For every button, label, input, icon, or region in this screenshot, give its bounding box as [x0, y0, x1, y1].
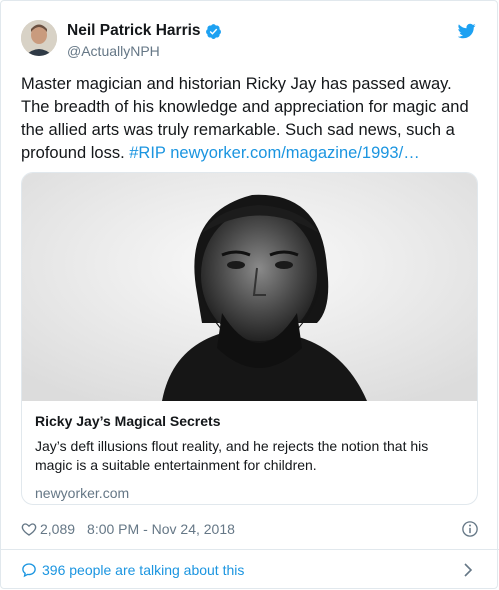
conversation-footer[interactable]: 396 people are talking about this — [21, 559, 479, 581]
twitter-bird-icon[interactable] — [458, 22, 476, 40]
display-name-row: Neil Patrick Harris — [67, 21, 222, 41]
chevron-right-icon[interactable] — [463, 563, 473, 577]
hashtag-link[interactable]: #RIP — [129, 144, 165, 162]
card-body: Ricky Jay’s Magical Secrets Jay’s deft i… — [35, 413, 465, 501]
author-names: Neil Patrick Harris @ActuallyNPH — [67, 21, 222, 59]
card-title: Ricky Jay’s Magical Secrets — [35, 413, 221, 429]
article-link[interactable]: newyorker.com/magazine/1993/… — [170, 144, 419, 162]
heart-icon[interactable] — [21, 521, 37, 537]
like-count[interactable]: 2,089 — [40, 521, 75, 537]
article-photo — [22, 173, 477, 401]
tweet-embed: Neil Patrick Harris @ActuallyNPH Master … — [0, 0, 499, 589]
tweet-header: Neil Patrick Harris @ActuallyNPH — [21, 20, 479, 60]
display-name[interactable]: Neil Patrick Harris — [67, 22, 201, 40]
card-description: Jay’s deft illusions flout reality, and … — [35, 438, 429, 473]
talking-count-link[interactable]: 396 people are talking about this — [42, 562, 244, 578]
user-avatar-icon — [21, 20, 57, 56]
timestamp[interactable]: 8:00 PM - Nov 24, 2018 — [87, 521, 235, 537]
card-domain: newyorker.com — [35, 485, 130, 501]
tweet-meta: 2,089 8:00 PM - Nov 24, 2018 — [21, 519, 479, 539]
portrait-image-icon — [22, 173, 477, 401]
link-preview-card[interactable]: Ricky Jay’s Magical Secrets Jay’s deft i… — [21, 172, 478, 505]
divider — [1, 549, 499, 550]
tweet-text: Master magician and historian Ricky Jay … — [21, 73, 481, 165]
author-handle[interactable]: @ActuallyNPH — [67, 43, 222, 59]
avatar[interactable] — [21, 20, 57, 56]
speech-bubble-icon — [22, 563, 36, 578]
info-icon[interactable] — [461, 520, 479, 538]
verified-badge-icon — [205, 23, 221, 39]
